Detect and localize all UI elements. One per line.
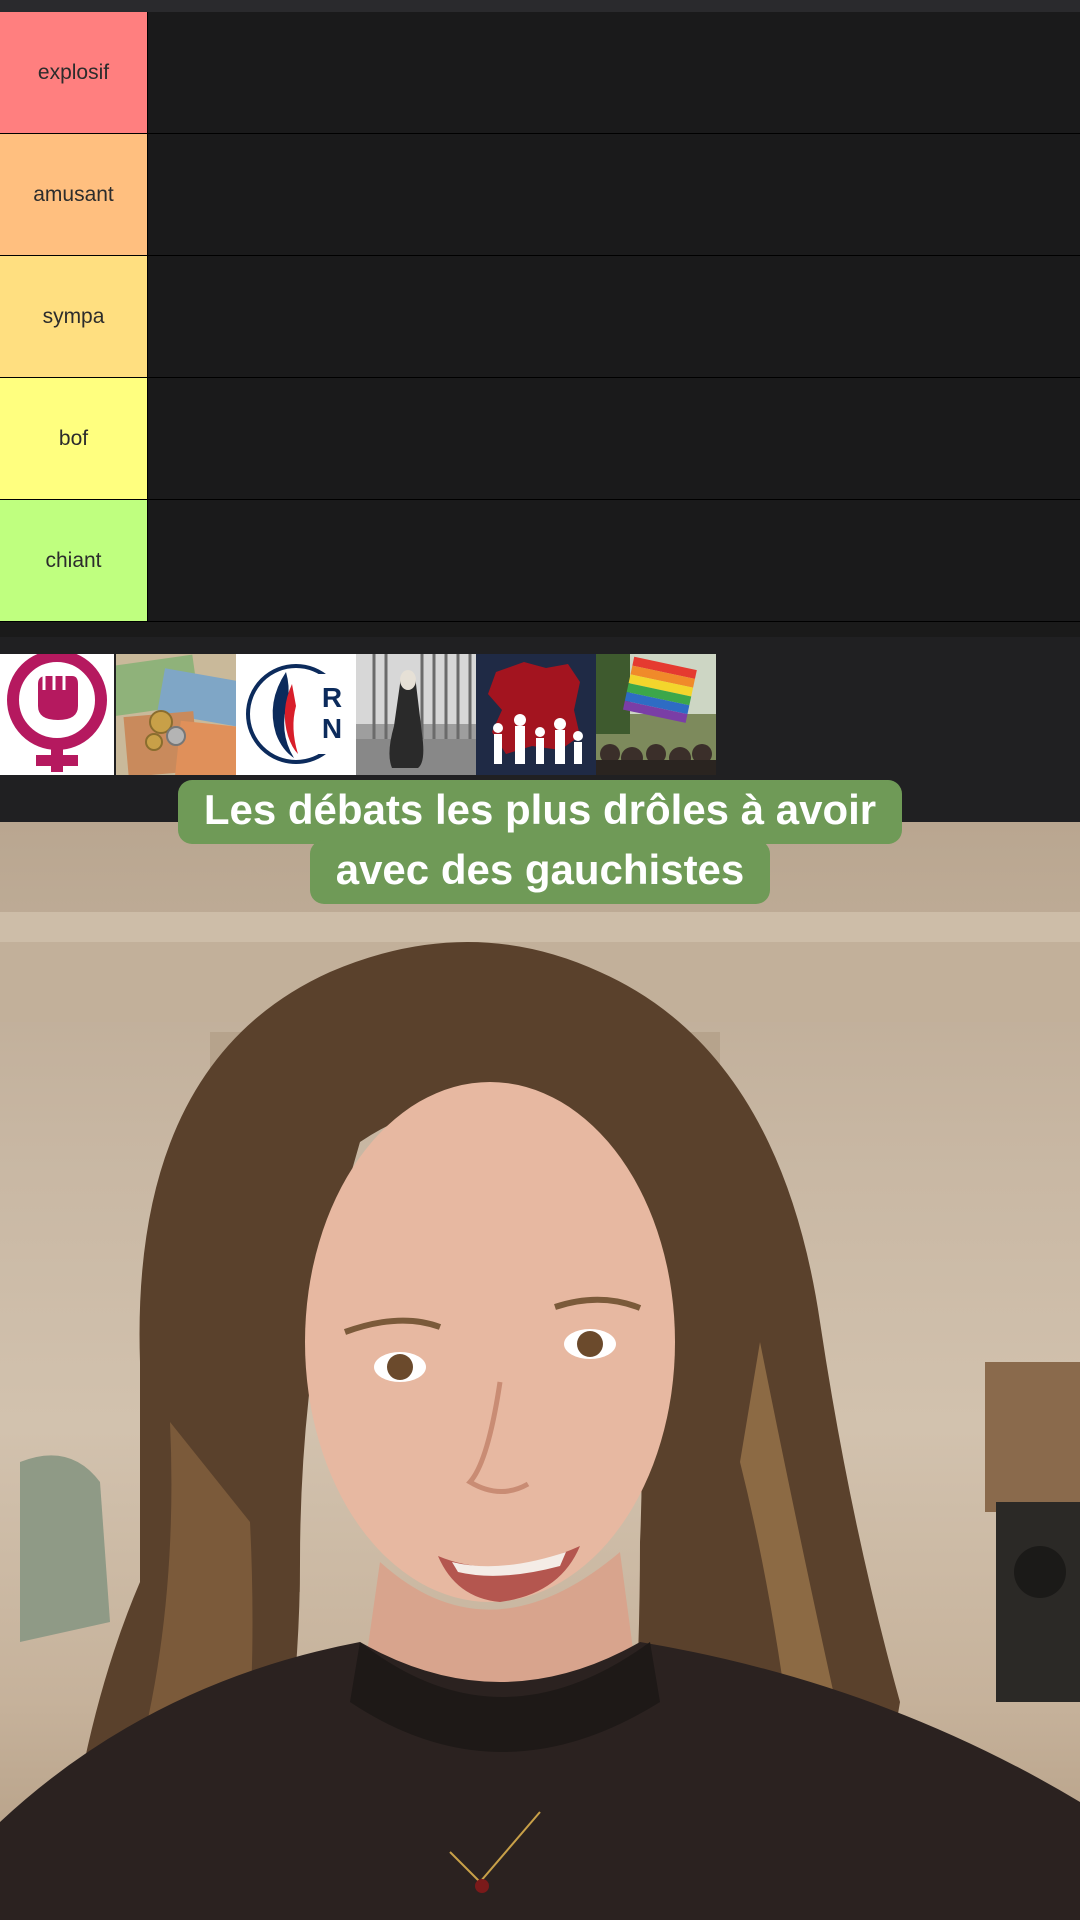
tier-label[interactable]: amusant — [0, 134, 148, 255]
rn-logo-text: RN — [321, 682, 343, 744]
tier-label[interactable]: chiant — [0, 500, 148, 621]
tier-drop-zone[interactable] — [148, 256, 1080, 377]
pool-item-immigration-map[interactable] — [476, 654, 596, 775]
pride-flag-icon — [596, 654, 716, 775]
tier-drop-zone[interactable] — [148, 378, 1080, 499]
money-icon — [116, 654, 236, 775]
video-frame[interactable] — [0, 822, 1080, 1920]
pool-item-rn-logo[interactable]: RN — [236, 654, 356, 775]
tier-list: explosif amusant sympa bof chiant — [0, 12, 1080, 622]
caption-line-2: avec des gauchistes — [309, 840, 771, 904]
tier-label[interactable]: explosif — [0, 12, 148, 133]
video-caption: Les débats les plus drôles à avoir avec … — [0, 780, 1080, 904]
tier-label[interactable]: sympa — [0, 256, 148, 377]
top-bar — [0, 0, 1080, 12]
pool-item-euro-money[interactable] — [116, 654, 236, 775]
tier-row-sympa: sympa — [0, 256, 1080, 378]
pool-item-feminism-symbol[interactable] — [0, 654, 114, 775]
tier-drop-zone[interactable] — [148, 134, 1080, 255]
pool-item-pride-flag-crowd[interactable] — [596, 654, 716, 775]
tier-row-amusant: amusant — [0, 134, 1080, 256]
caption-line-1: Les débats les plus drôles à avoir — [177, 780, 903, 844]
pool-item-veiled-woman-photo[interactable] — [356, 654, 476, 775]
tier-row-explosif: explosif — [0, 12, 1080, 134]
tier-row-chiant: chiant — [0, 500, 1080, 622]
tier-drop-zone[interactable] — [148, 12, 1080, 133]
street-photo-icon — [356, 654, 476, 775]
tier-label[interactable]: bof — [0, 378, 148, 499]
video-image — [0, 912, 1080, 1920]
feminism-icon — [7, 654, 107, 772]
france-map-icon — [476, 654, 596, 775]
tier-row-bof: bof — [0, 378, 1080, 500]
tier-drop-zone[interactable] — [148, 500, 1080, 621]
